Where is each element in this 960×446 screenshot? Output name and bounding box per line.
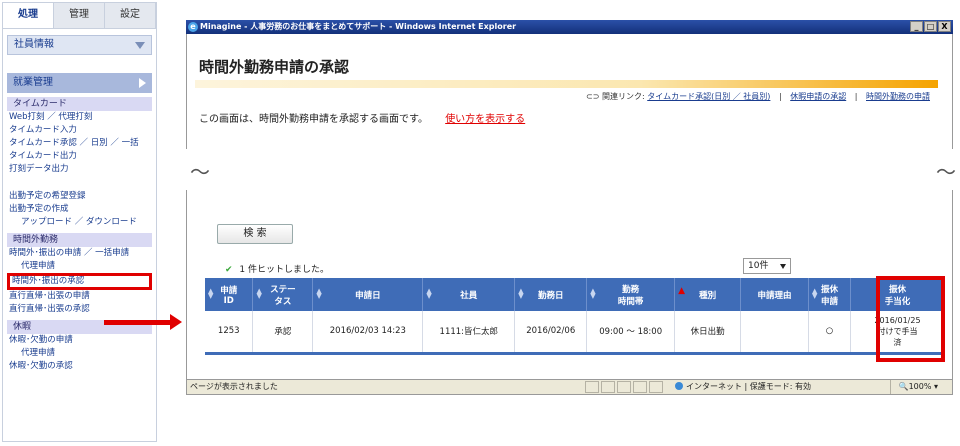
globe-icon bbox=[675, 382, 683, 390]
link-timecard-input[interactable]: タイムカード入力 bbox=[9, 124, 150, 137]
table-row[interactable]: 1253 承認 2016/02/03 14:23 1111:皆仁太郎 2016/… bbox=[205, 311, 946, 355]
sidebar-nav: 処理 管理 設定 社員情報 就業管理 タイムカード Web打刻 ／ 代理打刻 タ… bbox=[2, 2, 157, 442]
cell-work-hours: 09:00 ～ 18:00 bbox=[586, 311, 676, 355]
hit-count: ✔ 1 件ヒットしました。 bbox=[225, 262, 329, 275]
related-link-overtime-request[interactable]: 時間外勤務の申請 bbox=[866, 92, 930, 101]
related-link-timecard-approval[interactable]: タイムカード承認(日別 ／ 社員別) bbox=[647, 92, 770, 101]
sort-icon: ▲ ▼ bbox=[256, 287, 262, 300]
window-titlebar: e Minagine - 人事労務のお仕事をまとめてサポート - Windows… bbox=[186, 20, 953, 34]
link-schedule-create[interactable]: 出勤予定の作成 bbox=[9, 203, 150, 216]
work-management-section[interactable]: 就業管理 bbox=[7, 73, 152, 93]
category-timecard: タイムカード bbox=[7, 97, 152, 111]
window-controls: _ □ X bbox=[910, 21, 951, 32]
sort-icon: ▲ ▼ bbox=[316, 287, 322, 300]
tab-settings[interactable]: 設定 bbox=[105, 3, 156, 28]
sort-active-icon: ▲ bbox=[678, 286, 686, 296]
ie-logo-icon: e bbox=[188, 22, 198, 32]
link-upload-download[interactable]: アップロード ／ ダウンロード bbox=[9, 216, 150, 229]
hit-count-text: 1 件ヒットしました。 bbox=[239, 265, 330, 275]
title-underline bbox=[195, 80, 938, 88]
cell-substitute-allowance: 2016/01/25 付けで手当 済 bbox=[850, 311, 946, 355]
chevron-down-icon bbox=[780, 264, 786, 269]
category-overtime: 時間外勤務 bbox=[7, 233, 152, 247]
tab-processing[interactable]: 処理 bbox=[3, 3, 54, 28]
link-direct-trip-request[interactable]: 直行直帰･出張の申請 bbox=[9, 290, 150, 303]
close-button[interactable]: X bbox=[938, 21, 951, 32]
tab-management[interactable]: 管理 bbox=[54, 3, 105, 28]
work-management-label: 就業管理 bbox=[13, 77, 53, 88]
cell-type: 休日出勤 bbox=[674, 311, 742, 355]
cell-reason bbox=[740, 311, 810, 355]
sort-icon: ▲ ▼ bbox=[590, 287, 596, 300]
sort-icon: ▲ ▼ bbox=[518, 287, 524, 300]
col-header-reason: 申請理由 bbox=[740, 278, 810, 311]
related-link-leave-approval[interactable]: 休暇申請の承認 bbox=[790, 92, 846, 101]
page-description: この画面は、時間外勤務申請を承認する画面です。 使い方を表示する bbox=[199, 110, 525, 125]
status-panes bbox=[585, 381, 663, 393]
related-label: 関連リンク: bbox=[601, 92, 645, 101]
link-leave-request[interactable]: 休暇･欠勤の申請 bbox=[9, 334, 150, 347]
chevron-down-icon bbox=[135, 42, 145, 49]
related-links-bar: ⊂⊃ 関連リンク: タイムカード承認(日別 ／ 社員別) | 休暇申請の承認 |… bbox=[586, 91, 930, 102]
callout-arrow-line bbox=[104, 320, 172, 325]
chevron-right-icon bbox=[139, 78, 146, 88]
link-leave-proxy-request[interactable]: 代理申請 bbox=[9, 347, 150, 360]
col-header-substitute-allowance: 振休 手当化 bbox=[850, 278, 946, 311]
checkmark-icon: ✔ bbox=[225, 265, 233, 275]
search-button[interactable]: 検 索 bbox=[217, 224, 293, 244]
page-title: 時間外勤務申請の承認 bbox=[199, 58, 350, 76]
employee-info-label: 社員情報 bbox=[14, 39, 54, 50]
link-stamp-data-output[interactable]: 打刻データ出力 bbox=[9, 163, 150, 176]
col-header-work-hours[interactable]: ▲ ▼ 勤務 時間帯 bbox=[586, 278, 676, 311]
browser-window: e Minagine - 人事労務のお仕事をまとめてサポート - Windows… bbox=[186, 20, 953, 395]
col-header-work-date[interactable]: ▲ ▼ 勤務日 bbox=[514, 278, 588, 311]
employee-info-dropdown[interactable]: 社員情報 bbox=[7, 35, 152, 55]
results-area: 検 索 ✔ 1 件ヒットしました。 10件 ▲ ▼ 申請 ID ▲ ▼ ステー タス ▲… bbox=[186, 190, 953, 395]
page-header-area: 時間外勤務申請の承認 ⊂⊃ 関連リンク: タイムカード承認(日別 ／ 社員別) … bbox=[186, 34, 953, 149]
results-table: ▲ ▼ 申請 ID ▲ ▼ ステー タス ▲ ▼ 申請日 ▲ ▼ 社員 ▲ ▼ 勤務日 ▲ ▼ 勤務 時… bbox=[205, 278, 946, 355]
cell-id: 1253 bbox=[205, 311, 254, 355]
window-title: Minagine - 人事労務のお仕事をまとめてサポート - Windows I… bbox=[200, 22, 517, 31]
callout-arrow-head-icon bbox=[170, 314, 182, 330]
sort-icon: ▲ ▼ bbox=[426, 287, 432, 300]
maximize-button[interactable]: □ bbox=[924, 21, 937, 32]
cell-employee: 1111:皆仁太郎 bbox=[422, 311, 516, 355]
security-zone[interactable]: インターネット | 保護モード: 有効 bbox=[675, 380, 811, 394]
show-usage-link[interactable]: 使い方を表示する bbox=[445, 114, 525, 125]
sort-icon: ▲ ▼ bbox=[812, 287, 818, 300]
col-header-type[interactable]: ▲ 種別 bbox=[674, 278, 742, 311]
status-text: ページが表示されました bbox=[190, 382, 278, 391]
col-header-request-date[interactable]: ▲ ▼ 申請日 bbox=[312, 278, 424, 311]
link-leave-approval[interactable]: 休暇･欠勤の承認 bbox=[9, 360, 150, 373]
cell-status: 承認 bbox=[252, 311, 314, 355]
link-chain-icon: ⊂⊃ bbox=[586, 92, 602, 101]
col-header-status[interactable]: ▲ ▼ ステー タス bbox=[252, 278, 314, 311]
minimize-button[interactable]: _ bbox=[910, 21, 923, 32]
per-page-value: 10件 bbox=[748, 261, 769, 271]
status-bar: ページが表示されました インターネット | 保護モード: 有効 🔍100% ▾ bbox=[187, 379, 952, 394]
cell-request-date: 2016/02/03 14:23 bbox=[312, 311, 424, 355]
link-overtime-request[interactable]: 時間外･振出の申請 ／ 一括申請 bbox=[9, 247, 150, 260]
separator: | bbox=[778, 92, 782, 101]
link-schedule-request[interactable]: 出勤予定の希望登録 bbox=[9, 190, 150, 203]
link-overtime-approval[interactable]: 時間外･振出の承認 bbox=[7, 273, 152, 290]
separator: | bbox=[854, 92, 858, 101]
col-header-id[interactable]: ▲ ▼ 申請 ID bbox=[205, 278, 254, 311]
link-web-stamp[interactable]: Web打刻 ／ 代理打刻 bbox=[9, 111, 150, 124]
link-direct-trip-approval[interactable]: 直行直帰･出張の承認 bbox=[9, 303, 150, 316]
sort-icon: ▲ ▼ bbox=[208, 287, 214, 300]
cell-substitute-request: ○ bbox=[808, 311, 851, 355]
link-timecard-output[interactable]: タイムカード出力 bbox=[9, 150, 150, 163]
zoom-level[interactable]: 🔍100% ▾ bbox=[889, 380, 938, 394]
cell-work-date: 2016/02/06 bbox=[514, 311, 588, 355]
col-header-substitute-request[interactable]: ▲ ▼ 振休 申請 bbox=[808, 278, 851, 311]
link-proxy-request[interactable]: 代理申請 bbox=[9, 260, 150, 273]
link-timecard-approval[interactable]: タイムカード承認 ／ 日別 ／ 一括 bbox=[9, 137, 150, 150]
per-page-select[interactable]: 10件 bbox=[743, 258, 791, 274]
description-text: この画面は、時間外勤務申請を承認する画面です。 bbox=[199, 114, 428, 125]
col-header-employee[interactable]: ▲ ▼ 社員 bbox=[422, 278, 516, 311]
sidebar-tabs: 処理 管理 設定 bbox=[3, 3, 156, 29]
table-header-row: ▲ ▼ 申請 ID ▲ ▼ ステー タス ▲ ▼ 申請日 ▲ ▼ 社員 ▲ ▼ 勤務日 ▲ ▼ 勤務 時… bbox=[205, 278, 946, 311]
